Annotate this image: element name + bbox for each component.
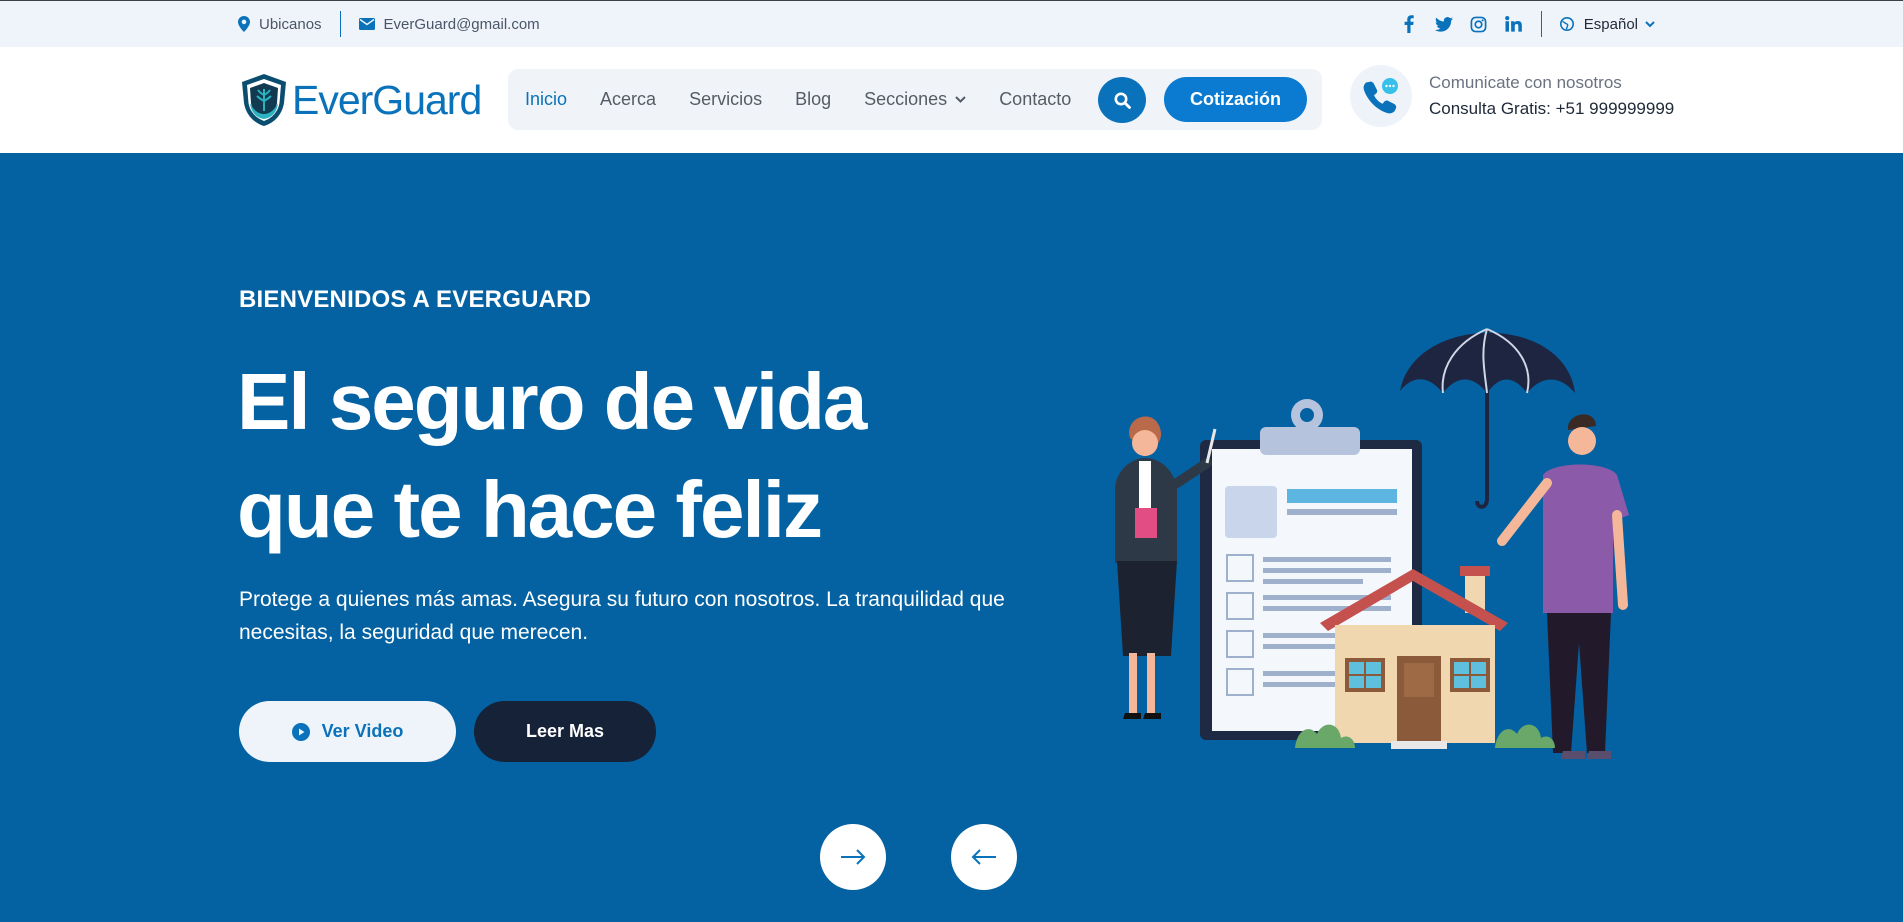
contact-block: Comunicate con nosotros Consulta Gratis:… <box>1350 65 1674 127</box>
hero-description: Protege a quienes más amas. Asegura su f… <box>239 588 1005 644</box>
arrow-right-icon <box>841 849 866 865</box>
twitter-icon[interactable] <box>1434 15 1453 33</box>
insurance-illustration <box>1115 328 1629 759</box>
play-circle-icon <box>291 722 310 741</box>
email-label: EverGuard@gmail.com <box>383 15 540 33</box>
hero-section: BIENVENIDOS A EVERGUARD El seguro de vid… <box>0 153 1903 922</box>
globe-icon <box>1559 17 1574 31</box>
prev-slide-button[interactable] <box>951 824 1017 890</box>
chevron-down-icon <box>1645 20 1655 27</box>
facebook-icon[interactable] <box>1400 15 1418 33</box>
divider <box>339 11 341 37</box>
hero-title: El seguro de vida que te hace feliz <box>237 348 1057 564</box>
brand-logo[interactable]: EverGuard <box>240 73 482 127</box>
arrow-left-icon <box>971 849 996 865</box>
hero-title-line-1: El seguro de vida <box>237 357 867 446</box>
hero-eyebrow: BIENVENIDOS A EVERGUARD <box>239 286 592 313</box>
read-more-button[interactable]: Leer Mas <box>474 701 656 762</box>
nav-item-blog[interactable]: Blog <box>795 89 831 110</box>
nav-item-inicio[interactable]: Inicio <box>525 89 567 110</box>
quote-button[interactable]: Cotización <box>1164 77 1307 122</box>
search-icon <box>1114 92 1131 109</box>
instagram-icon[interactable] <box>1470 15 1488 33</box>
shield-logo-icon <box>242 74 286 126</box>
envelope-icon <box>358 18 375 30</box>
nav-container: Inicio Acerca Servicios Blog Secciones C… <box>508 69 1322 130</box>
next-slide-button[interactable] <box>820 824 886 890</box>
linkedin-icon[interactable] <box>1505 15 1523 33</box>
watch-video-button[interactable]: Ver Video <box>239 701 456 762</box>
language-label: Español <box>1583 15 1638 33</box>
phone-chat-icon <box>1350 65 1412 127</box>
location-label: Ubicanos <box>259 15 322 33</box>
language-selector[interactable]: Español <box>1559 15 1665 33</box>
nav-item-acerca[interactable]: Acerca <box>600 89 656 110</box>
contact-text: Comunicate con nosotros Consulta Gratis:… <box>1429 73 1674 119</box>
nav-item-servicios[interactable]: Servicios <box>689 89 762 110</box>
nav-item-contacto[interactable]: Contacto <box>999 89 1071 110</box>
nav-item-secciones-label: Secciones <box>864 89 948 109</box>
chevron-down-icon <box>955 96 966 103</box>
location-link[interactable]: Ubicanos <box>238 16 322 33</box>
contact-line-1: Comunicate con nosotros <box>1429 73 1622 92</box>
email-link[interactable]: EverGuard@gmail.com <box>358 15 540 33</box>
search-button[interactable] <box>1098 77 1146 123</box>
main-nav: Inicio Acerca Servicios Blog Secciones C… <box>525 69 1104 130</box>
nav-item-secciones[interactable]: Secciones <box>864 89 966 110</box>
brand-name: EverGuard <box>292 76 482 123</box>
contact-phone[interactable]: Consulta Gratis: +51 999999999 <box>1429 99 1674 119</box>
top-bar: Ubicanos EverGuard@gmail.com Español <box>0 0 1903 47</box>
main-header: EverGuard Inicio Acerca Servicios Blog S… <box>0 47 1903 153</box>
social-links <box>1400 15 1523 33</box>
watch-video-label: Ver Video <box>321 721 404 741</box>
map-pin-icon <box>238 16 250 32</box>
divider <box>1540 11 1542 37</box>
hero-title-line-2: que te hace feliz <box>237 465 823 554</box>
